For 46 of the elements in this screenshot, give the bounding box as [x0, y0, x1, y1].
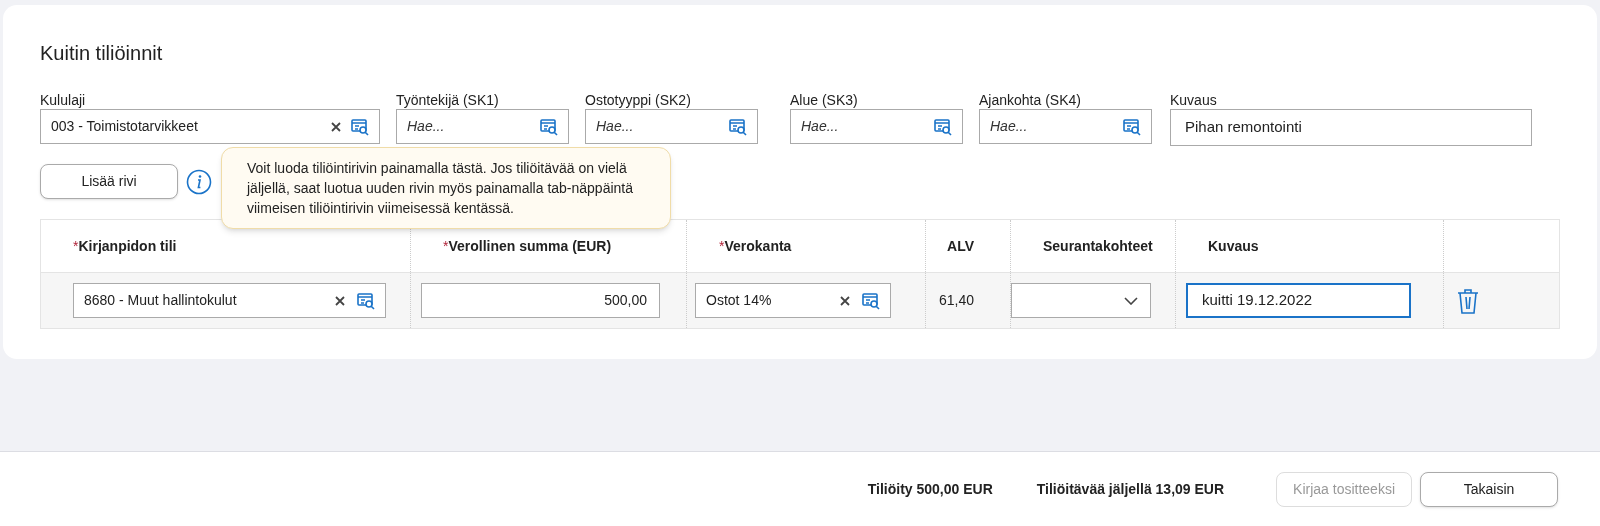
description-field[interactable]: Pihan remontointi — [1170, 109, 1532, 146]
field-label: Työntekijä (SK1) — [396, 91, 500, 109]
field-label: Ostotyyppi (SK2) — [585, 91, 692, 109]
field-label: Kuvaus — [1170, 91, 1218, 109]
remaining-total: Tiliöitävää jäljellä 13,09 EUR — [1036, 479, 1225, 499]
search-list-icon[interactable] — [351, 117, 369, 136]
search-list-icon[interactable] — [1123, 117, 1141, 136]
clear-icon[interactable] — [840, 295, 850, 306]
section-title: Kuitin tiliöinnit — [40, 43, 164, 63]
field-label: Alue (SK3) — [790, 91, 859, 109]
field-label: Ajankohta (SK4) — [979, 91, 1082, 109]
required-mark: * — [73, 236, 79, 256]
tax-rate-field[interactable]: Ostot 14% — [695, 283, 891, 318]
vat-amount: 61,40 — [938, 291, 974, 310]
posted-total: Tiliöity 500,00 EUR — [867, 479, 993, 499]
amount-field[interactable]: 500,00 — [421, 283, 660, 318]
clear-icon[interactable] — [335, 295, 345, 306]
action-button[interactable]: Takaisin — [1420, 471, 1558, 507]
search-field[interactable]: Hae... — [790, 109, 963, 144]
tooltip: Voit luoda tiliöintirivin painamalla tästä. Jos tiliöitävää on vielä jäljellä, saat luotua uuden rivin myös painamalla tab-näppäintä viimeisen tiliöintirivin viimeisessä kentässä. — [221, 147, 671, 229]
info-icon[interactable] — [186, 168, 212, 195]
description-field[interactable]: kuitti 19.12.2022 — [1186, 283, 1411, 318]
column-header: Kuvaus — [1208, 236, 1259, 256]
tracking-select[interactable] — [1011, 283, 1151, 318]
clear-icon[interactable] — [331, 121, 341, 132]
search-list-icon[interactable] — [934, 117, 952, 136]
chevron-down-icon — [1124, 296, 1138, 305]
required-mark: * — [443, 236, 449, 256]
search-field[interactable]: Hae... — [585, 109, 758, 144]
search-list-icon[interactable] — [357, 291, 375, 310]
column-header: Kirjanpidon tili — [78, 236, 177, 256]
search-field[interactable]: 003 - Toimistotarvikkeet — [40, 109, 380, 144]
search-field[interactable]: Hae... — [979, 109, 1152, 144]
search-field[interactable]: Hae... — [396, 109, 569, 144]
trash-icon[interactable] — [1456, 286, 1480, 315]
account-field[interactable]: 8680 - Muut hallintokulut — [73, 283, 386, 318]
column-header: Seurantakohteet — [1043, 236, 1153, 256]
required-mark: * — [719, 236, 725, 256]
search-list-icon[interactable] — [540, 117, 558, 136]
column-header: Verollinen summa (EUR) — [448, 236, 612, 256]
field-label: Kululaji — [40, 91, 87, 109]
add-row-button[interactable]: Lisää rivi — [40, 164, 178, 199]
column-header: ALV — [947, 236, 974, 256]
search-list-icon[interactable] — [729, 117, 747, 136]
column-header: Verokanta — [724, 236, 792, 256]
search-list-icon[interactable] — [862, 291, 880, 310]
